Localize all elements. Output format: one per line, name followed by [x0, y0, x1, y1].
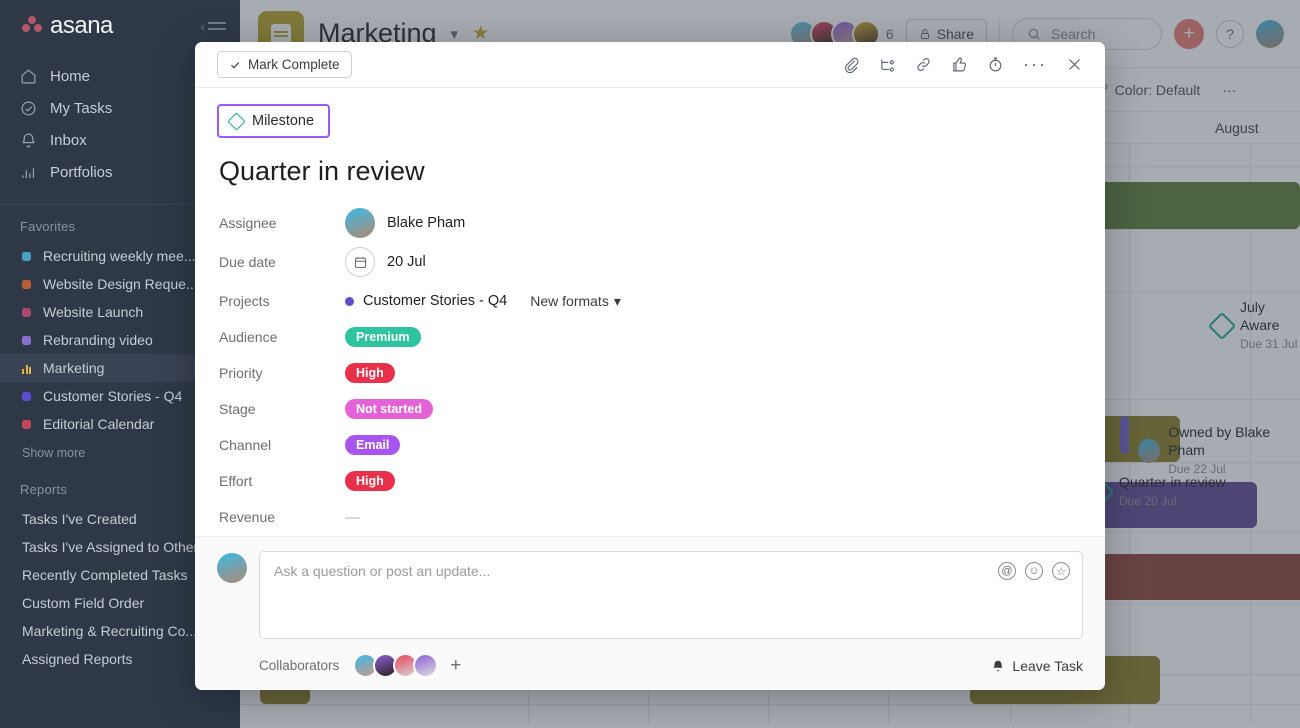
- current-user-avatar: [217, 553, 247, 583]
- field-row-channel: Channel Email: [217, 427, 1083, 463]
- avatar: [413, 653, 439, 678]
- field-label: Revenue: [219, 509, 276, 525]
- collaborator-avatars[interactable]: [353, 653, 439, 678]
- field-row-effort: Effort High: [217, 463, 1083, 499]
- project-color-dot: [22, 335, 31, 345]
- sidebar-item-label: Home: [50, 67, 91, 85]
- task-modal-footer: Ask a question or post an update... @ ☺ …: [195, 536, 1105, 690]
- subtask-icon[interactable]: [879, 56, 896, 73]
- field-row-stage: Stage Not started: [217, 391, 1083, 427]
- collaborators-label: Collaborators: [259, 658, 340, 673]
- timer-icon[interactable]: [987, 56, 1004, 73]
- more-icon[interactable]: ···: [1023, 55, 1047, 73]
- mark-complete-label: Mark Complete: [248, 57, 340, 72]
- project-color-dot: [22, 419, 31, 429]
- revenue-value[interactable]: —: [345, 509, 360, 526]
- field-label: Channel: [219, 437, 272, 453]
- avatar: [345, 208, 375, 238]
- assignee-name: Blake Pham: [387, 215, 466, 231]
- leave-task-button[interactable]: Leave Task: [991, 658, 1083, 674]
- paperclip-icon[interactable]: [843, 56, 860, 73]
- link-icon[interactable]: [915, 56, 932, 73]
- priority-value[interactable]: High: [345, 363, 395, 383]
- field-label: Due date: [219, 254, 276, 270]
- stage-value[interactable]: Not started: [345, 399, 433, 419]
- bell-icon: [993, 660, 1004, 671]
- project-color-dot: [22, 251, 31, 261]
- chevron-down-icon: ▾: [613, 292, 621, 309]
- comment-input[interactable]: Ask a question or post an update... @ ☺ …: [259, 551, 1083, 639]
- field-row-projects: Projects Customer Stories - Q4 New forma…: [217, 283, 1083, 319]
- due-date-text: 20 Jul: [387, 254, 426, 270]
- sidebar-item-label: My Tasks: [50, 99, 113, 117]
- sidebar-collapse-button[interactable]: ‹: [201, 19, 226, 34]
- leave-task-label: Leave Task: [1012, 657, 1083, 674]
- field-row-revenue: Revenue —: [217, 499, 1083, 535]
- bell-icon: [22, 133, 35, 147]
- effort-value[interactable]: High: [345, 471, 395, 491]
- project-name: Customer Stories - Q4: [363, 293, 508, 309]
- thumbs-up-icon[interactable]: [951, 56, 968, 73]
- task-modal-body: Milestone Quarter in review Assignee Bla…: [195, 88, 1105, 536]
- mark-complete-button[interactable]: Mark Complete: [217, 51, 352, 78]
- assignee-value[interactable]: Blake Pham: [345, 208, 465, 238]
- check-circle-icon: [21, 101, 36, 115]
- mention-icon[interactable]: @: [998, 562, 1016, 580]
- task-modal-header: Mark Complete ···: [195, 42, 1105, 88]
- status-badge: Not started: [345, 399, 433, 419]
- check-icon: [231, 61, 240, 69]
- comment-placeholder: Ask a question or post an update...: [274, 563, 491, 579]
- calendar-icon: [345, 247, 375, 277]
- project-color-dot: [22, 279, 31, 289]
- project-color-dot: [345, 296, 354, 306]
- field-row-due-date: Due date 20 Jul: [217, 241, 1083, 283]
- sidebar-item-label: Portfolios: [50, 163, 113, 181]
- add-collaborator-button[interactable]: +: [450, 656, 461, 675]
- task-detail-modal: Mark Complete ··· Milestone Quarter in r…: [195, 42, 1105, 690]
- field-label: Priority: [219, 365, 263, 381]
- status-badge: High: [345, 363, 395, 383]
- home-icon: [21, 68, 36, 83]
- collaborators-row: Collaborators + Leave Task: [217, 653, 1083, 678]
- status-badge: Email: [345, 435, 401, 455]
- milestone-badge[interactable]: Milestone: [217, 104, 331, 138]
- projects-value[interactable]: Customer Stories - Q4 New formats ▾: [345, 293, 621, 310]
- due-date-value[interactable]: 20 Jul: [345, 247, 426, 277]
- asana-logo-icon: [22, 16, 44, 36]
- field-label: Assignee: [219, 215, 277, 231]
- field-row-priority: Priority High: [217, 355, 1083, 391]
- bars-icon: [22, 363, 31, 374]
- sidebar-item-label: Inbox: [50, 131, 87, 149]
- empty-value: —: [345, 508, 360, 526]
- status-badge: Premium: [345, 327, 421, 347]
- comment-composer: Ask a question or post an update... @ ☺ …: [217, 551, 1083, 639]
- field-row-assignee: Assignee Blake Pham: [217, 205, 1083, 241]
- new-formats-dropdown[interactable]: New formats ▾: [530, 293, 621, 310]
- milestone-label: Milestone: [252, 113, 315, 129]
- task-modal-actions: ···: [843, 55, 1083, 73]
- project-color-dot: [22, 307, 31, 317]
- emoji-icon[interactable]: ☺: [1025, 562, 1043, 580]
- audience-value[interactable]: Premium: [345, 327, 421, 347]
- field-label: Stage: [219, 401, 256, 417]
- task-title[interactable]: Quarter in review: [219, 156, 1083, 187]
- asana-logo[interactable]: asana: [22, 12, 113, 40]
- field-row-audience: Audience Premium: [217, 319, 1083, 355]
- status-badge: High: [345, 471, 395, 491]
- project-color-dot: [22, 391, 31, 401]
- milestone-diamond-icon: [227, 111, 246, 131]
- sticker-icon[interactable]: ☆: [1052, 562, 1070, 580]
- channel-value[interactable]: Email: [345, 435, 401, 455]
- field-label: Audience: [219, 329, 278, 345]
- close-icon[interactable]: [1066, 56, 1083, 73]
- new-formats-label: New formats: [530, 293, 609, 309]
- chevron-left-icon: ‹: [200, 18, 205, 34]
- menu-icon: [208, 22, 226, 30]
- portfolios-icon: [22, 167, 35, 178]
- field-label: Effort: [219, 473, 253, 489]
- field-label: Projects: [219, 293, 270, 309]
- brand-name: asana: [50, 12, 113, 39]
- comment-toolbar: @ ☺ ☆: [998, 562, 1070, 580]
- sidebar-item-label: Marketing: [43, 360, 105, 376]
